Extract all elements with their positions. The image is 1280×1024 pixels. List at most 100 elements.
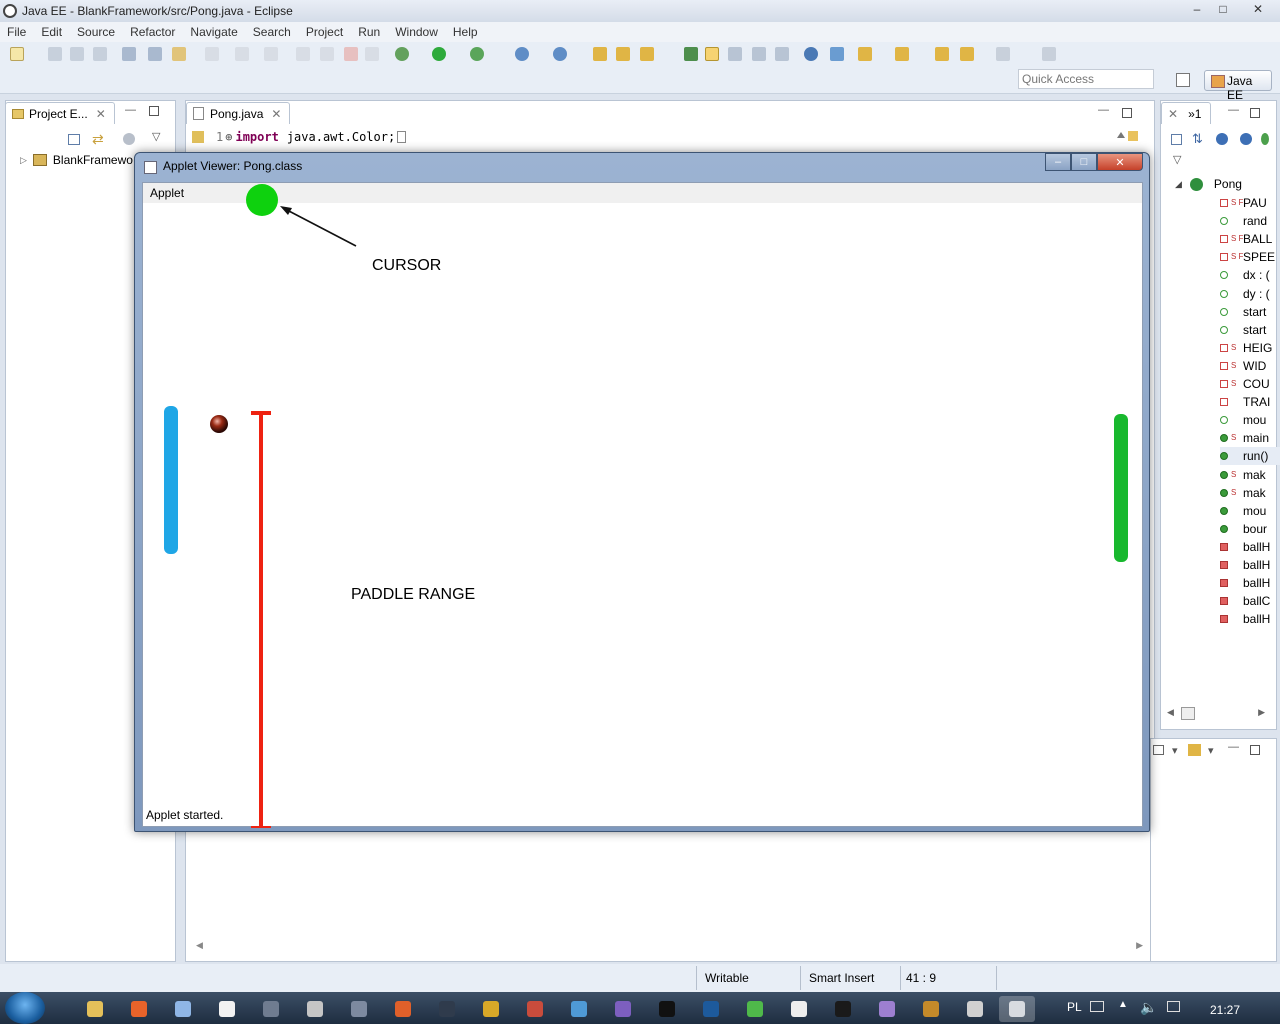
menu-window[interactable]: Window [388, 25, 446, 39]
step-icon[interactable] [264, 47, 278, 61]
minimize-console-icon[interactable]: — [1228, 741, 1239, 753]
perspective-java-ee-button[interactable]: Java EE [1204, 70, 1272, 102]
outline-item[interactable]: S F PAU [1220, 194, 1280, 212]
start-button[interactable] [5, 992, 45, 1024]
redo-icon[interactable] [235, 47, 249, 61]
language-indicator[interactable]: PL [1067, 1000, 1082, 1014]
minimize-view-icon[interactable]: — [125, 104, 136, 116]
close-tab-icon[interactable]: ✕ [96, 107, 106, 121]
stop-icon[interactable] [344, 47, 358, 61]
hide-nonpublic-icon[interactable] [1261, 133, 1269, 145]
maximize-view-icon[interactable] [149, 106, 159, 116]
disconnect-icon[interactable] [365, 47, 379, 61]
outline-item[interactable]: bour [1220, 520, 1280, 538]
scroll-right-icon[interactable]: ▶ [1136, 940, 1143, 951]
java-taskbar-icon[interactable] [999, 996, 1035, 1022]
outline-item[interactable]: Smain [1220, 429, 1280, 447]
visual-studio-taskbar-icon[interactable] [605, 996, 641, 1022]
scroll-thumb[interactable] [1181, 707, 1195, 720]
keyboard-icon[interactable] [1090, 1001, 1104, 1012]
code-line-1[interactable]: 1 ⊕ import java.awt.Color; [192, 130, 407, 144]
pen-icon[interactable] [728, 47, 742, 61]
fold-icon[interactable]: ⊕ [225, 130, 232, 144]
outline-item[interactable]: ballH [1220, 610, 1280, 628]
game-taskbar-icon[interactable] [297, 996, 333, 1022]
save-icon[interactable] [48, 47, 62, 61]
outline-item[interactable]: dy : ( [1220, 285, 1280, 303]
monitor-taskbar-icon[interactable] [649, 996, 685, 1022]
display-console-icon[interactable] [1153, 745, 1164, 755]
editor-horizontal-scrollbar[interactable]: ◀ ▶ [192, 940, 1147, 952]
hide-static-icon[interactable] [1240, 133, 1252, 145]
tray-expand-icon[interactable]: ▲ [1118, 999, 1128, 1010]
explorer-taskbar-icon[interactable] [77, 996, 113, 1022]
view-menu-icon[interactable]: ▽ [152, 130, 160, 143]
status-insert-mode[interactable]: Smart Insert [809, 971, 874, 985]
maximize-console-icon[interactable] [1250, 745, 1260, 755]
outline-item[interactable]: dx : ( [1220, 266, 1280, 284]
minimize-outline-icon[interactable]: — [1228, 104, 1239, 116]
collapse-all-icon[interactable] [1171, 134, 1182, 145]
task-icon[interactable] [684, 47, 698, 61]
outline-item[interactable]: mou [1220, 502, 1280, 520]
menu-search[interactable]: Search [246, 25, 299, 39]
volume-icon[interactable]: 🔈 [1140, 999, 1157, 1016]
applet-viewer-window[interactable]: Applet Viewer: Pong.class – □ ✕ Applet C… [134, 152, 1150, 832]
block-icon[interactable] [752, 47, 766, 61]
resume-icon[interactable] [296, 47, 310, 61]
menu-help[interactable]: Help [446, 25, 486, 39]
new-server-icon[interactable] [515, 47, 529, 61]
outline-item[interactable]: S WID [1220, 357, 1280, 375]
outline-item[interactable]: S F SPEE [1220, 248, 1280, 266]
maximize-button[interactable]: □ [1210, 0, 1236, 18]
scroll-right-icon[interactable]: ▶ [1258, 707, 1265, 718]
run-icon[interactable] [432, 47, 446, 61]
print-icon[interactable] [93, 47, 107, 61]
scroll-left-icon[interactable]: ◀ [196, 940, 203, 951]
league-taskbar-icon[interactable] [473, 996, 509, 1022]
applet-minimize-button[interactable]: – [1045, 153, 1071, 171]
tab-project-explorer[interactable]: Project E... ✕ [5, 102, 115, 124]
network-taskbar-icon[interactable] [561, 996, 597, 1022]
menu-refactor[interactable]: Refactor [123, 25, 183, 39]
new-icon[interactable] [10, 47, 24, 61]
notepad-taskbar-icon[interactable] [165, 996, 201, 1022]
collapse-arrow-icon[interactable]: ◢ [1175, 179, 1182, 190]
open-console-icon[interactable] [1188, 744, 1201, 756]
outline-horizontal-scrollbar[interactable]: ◀ ▶ [1165, 707, 1267, 721]
utorrent-taskbar-icon[interactable] [737, 996, 773, 1022]
link-editor-icon[interactable]: ⇄ [92, 131, 104, 148]
scroll-up-icon[interactable] [1117, 130, 1125, 138]
outline-item[interactable]: S COU [1220, 375, 1280, 393]
folded-block-icon[interactable] [397, 131, 407, 143]
outline-item[interactable]: S HEIG [1220, 339, 1280, 357]
outline-item[interactable]: start [1220, 321, 1280, 339]
maximize-outline-icon[interactable] [1250, 108, 1260, 118]
menu-project[interactable]: Project [299, 25, 351, 39]
minimize-button[interactable]: – [1184, 0, 1210, 18]
eclipse-taskbar-icon[interactable] [957, 996, 993, 1022]
tree-item-blankframework[interactable]: ▷ BlankFramewo [20, 153, 135, 167]
menu-navigate[interactable]: Navigate [183, 25, 245, 39]
outline-item[interactable]: run() [1220, 447, 1280, 466]
back-icon[interactable] [960, 47, 974, 61]
collapse-all-icon[interactable] [68, 134, 80, 145]
search-icon[interactable] [640, 47, 654, 61]
tab-pong-java[interactable]: Pong.java ✕ [186, 102, 290, 124]
applet-close-button[interactable]: ✕ [1097, 153, 1143, 171]
quick-access-input[interactable]: Quick Access [1018, 69, 1154, 89]
menu-edit[interactable]: Edit [34, 25, 70, 39]
prev-annotation-icon[interactable] [895, 47, 909, 61]
dropdown-arrow-icon[interactable]: ▾ [1172, 744, 1178, 757]
game-canvas[interactable]: CURSOR PADDLE RANGE [143, 183, 1144, 828]
hide-fields-icon[interactable] [1216, 133, 1228, 145]
mark-icon[interactable] [172, 47, 186, 61]
left-paddle[interactable] [164, 406, 178, 554]
app-taskbar-icon[interactable] [341, 996, 377, 1022]
outline-item[interactable]: Smak [1220, 484, 1280, 502]
terminal-taskbar-icon[interactable] [825, 996, 861, 1022]
media-taskbar-icon[interactable] [253, 996, 289, 1022]
filter-icon[interactable] [123, 133, 135, 145]
minimize-editor-icon[interactable]: — [1098, 104, 1109, 116]
highlight-icon[interactable] [705, 47, 719, 61]
